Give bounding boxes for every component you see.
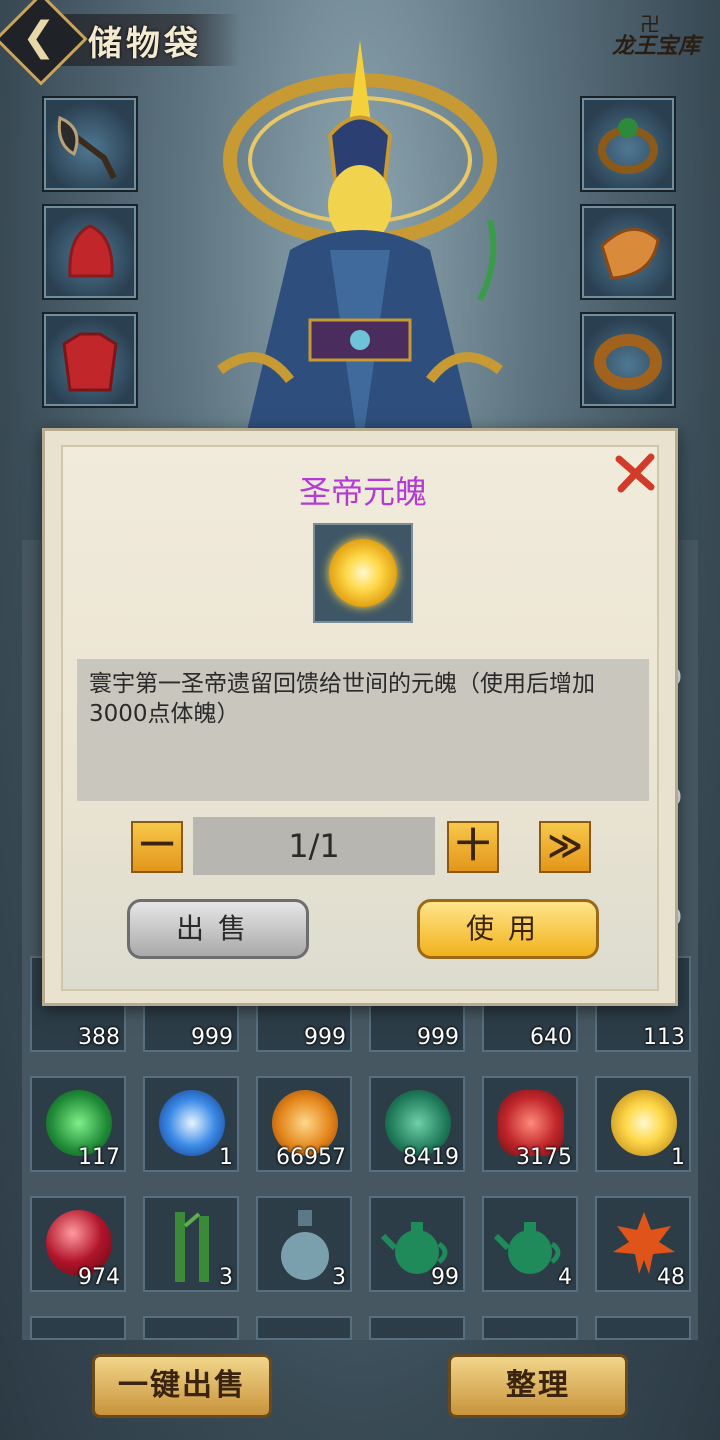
sort-button[interactable]: 整理 [448, 1354, 628, 1418]
item-count: 3 [332, 1265, 346, 1290]
gourd-vase-icon [281, 1210, 329, 1280]
axe-icon [57, 115, 117, 180]
inventory-slot[interactable] [369, 1316, 465, 1340]
bracelet-icon [594, 334, 662, 390]
sell-button[interactable]: 出售 [127, 899, 309, 959]
pendant-icon [600, 227, 660, 280]
bamboo-icon [175, 1212, 209, 1282]
inventory-slot[interactable]: 66957 [256, 1076, 352, 1172]
ring-icon [598, 118, 658, 174]
inventory-slot[interactable]: 4 [482, 1196, 578, 1292]
inventory-slot[interactable]: 48 [595, 1196, 691, 1292]
item-count: 974 [78, 1265, 120, 1290]
equip-slot-bracelet[interactable] [580, 312, 676, 408]
golden-orb-icon [611, 1090, 677, 1156]
item-count: 3175 [516, 1145, 572, 1170]
item-detail-dialog: 圣帝元魄 寰宇第一圣帝遗留回馈给世间的元魄（使用后增加3000点体魄） 一 1/… [42, 428, 678, 1006]
quantity-display: 1/1 [193, 817, 435, 875]
max-quantity-button[interactable]: ≫ [539, 821, 591, 873]
increase-quantity-button[interactable]: 十 [447, 821, 499, 873]
inventory-slot[interactable]: 3 [143, 1196, 239, 1292]
equip-slot-pendant[interactable] [580, 204, 676, 300]
equip-slot-helmet[interactable] [42, 204, 138, 300]
golden-orb-icon [329, 539, 397, 607]
inventory-slot[interactable]: 8419 [369, 1076, 465, 1172]
top-bar: ❮ 储物袋 卍 龙王宝库 [0, 0, 720, 86]
inventory-slot[interactable]: 117 [30, 1076, 126, 1172]
equip-slot-armor[interactable] [42, 312, 138, 408]
inventory-slot[interactable]: 3175 [482, 1076, 578, 1172]
inventory-slot[interactable] [30, 1316, 126, 1340]
item-count: 3 [219, 1265, 233, 1290]
dialog-title: 圣帝元魄 [298, 473, 427, 511]
item-count: 117 [78, 1145, 120, 1170]
inventory-slot[interactable]: 99 [369, 1196, 465, 1292]
quick-sell-button[interactable]: 一键出售 [92, 1354, 272, 1418]
item-count: 999 [417, 1025, 459, 1050]
item-count: 4 [558, 1265, 572, 1290]
use-button[interactable]: 使用 [417, 899, 599, 959]
equip-slot-weapon[interactable] [42, 96, 138, 192]
inventory-slot[interactable]: 3 [256, 1196, 352, 1292]
character-portrait [217, 40, 503, 460]
close-icon[interactable] [613, 451, 657, 495]
inventory-slot[interactable] [482, 1316, 578, 1340]
blue-energy-orb-icon [159, 1090, 225, 1156]
inventory-slot[interactable]: 1 [143, 1076, 239, 1172]
equip-slot-ring[interactable] [580, 96, 676, 192]
item-count: 999 [304, 1025, 346, 1050]
item-count: 1 [671, 1145, 685, 1170]
item-count: 999 [191, 1025, 233, 1050]
item-preview [313, 523, 413, 623]
item-count: 1 [219, 1145, 233, 1170]
item-count: 388 [78, 1025, 120, 1050]
page-title: 储物袋 [88, 24, 202, 64]
item-count: 99 [431, 1265, 459, 1290]
inventory-slot[interactable] [256, 1316, 352, 1340]
item-count: 640 [530, 1025, 572, 1050]
inventory-slot[interactable]: 974 [30, 1196, 126, 1292]
chevron-left-icon[interactable]: ❮ [22, 14, 56, 60]
inventory-slot[interactable]: 1 [595, 1076, 691, 1172]
logo-text: 龙王宝库 [612, 34, 701, 59]
armor-icon [62, 332, 118, 392]
item-count: 113 [643, 1025, 685, 1050]
item-description: 寰宇第一圣帝遗留回馈给世间的元魄（使用后增加3000点体魄） [89, 671, 595, 727]
inventory-slot[interactable] [595, 1316, 691, 1340]
decrease-quantity-button[interactable]: 一 [131, 821, 183, 873]
helmet-icon [68, 224, 114, 278]
green-teapot-icon [494, 1222, 561, 1274]
item-count: 48 [657, 1265, 685, 1290]
inventory-slot[interactable] [143, 1316, 239, 1340]
description-box: 寰宇第一圣帝遗留回馈给世间的元魄（使用后增加3000点体魄） [77, 659, 649, 801]
item-count: 66957 [276, 1145, 346, 1170]
item-count: 8419 [403, 1145, 459, 1170]
